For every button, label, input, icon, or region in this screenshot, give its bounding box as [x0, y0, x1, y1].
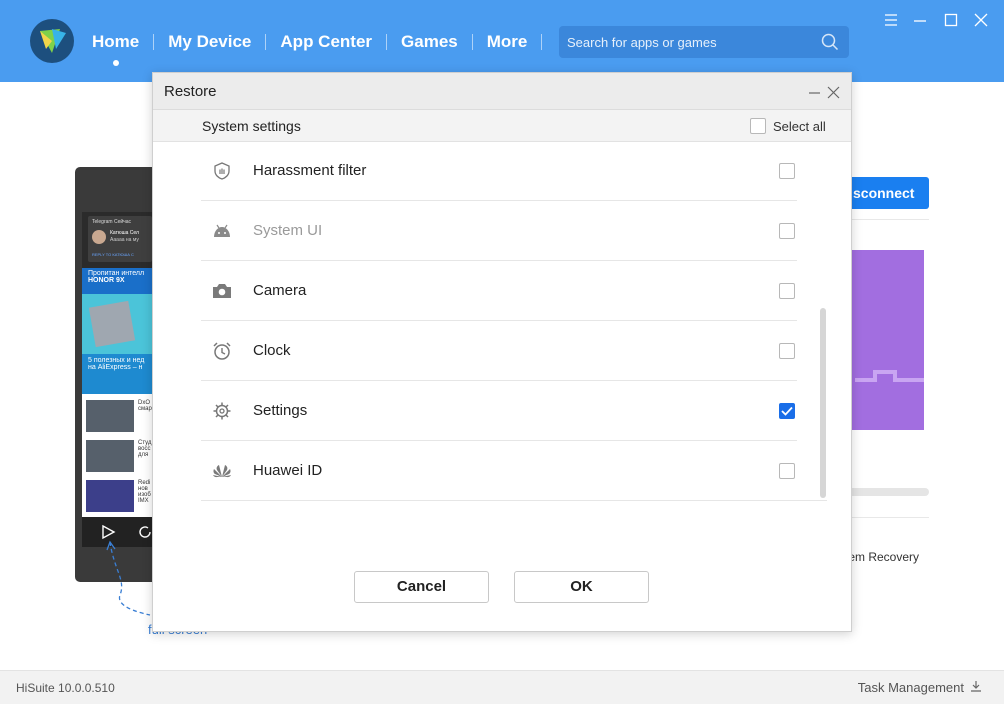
item-checkbox[interactable]: [779, 463, 795, 479]
camera-icon: [211, 281, 233, 301]
news-card-2: 5 полезных и нед на AliExpress – н: [82, 294, 152, 394]
nav-home[interactable]: Home: [78, 30, 153, 66]
promo-banner[interactable]: [845, 250, 924, 430]
close-icon[interactable]: [973, 12, 989, 28]
select-all-toggle[interactable]: Select all: [750, 118, 826, 134]
system-recovery-link[interactable]: tem Recovery: [845, 550, 919, 564]
android-icon: [211, 221, 233, 241]
item-label: System UI: [253, 222, 323, 239]
minimize-icon[interactable]: [806, 84, 822, 100]
news-card-2-line1: 5 полезных и нед: [88, 357, 145, 364]
news-thumb: [86, 400, 134, 432]
alarm-clock-icon: [211, 341, 233, 361]
status-bar: HiSuite 10.0.0.510 Task Management: [0, 670, 1004, 704]
list-item[interactable]: Harassment filter: [201, 141, 797, 201]
section-header: System settings Select all: [153, 110, 851, 142]
settings-list: Harassment filter System UI Camera Clock: [201, 141, 797, 501]
list-item[interactable]: Camera: [201, 261, 797, 321]
nav-more[interactable]: More: [473, 30, 542, 54]
divider: [845, 219, 929, 220]
news-thumb: [86, 440, 134, 472]
section-title: System settings: [202, 118, 301, 134]
notification-action: REPLY TO КАТЮША С: [92, 252, 134, 257]
item-label: Huawei ID: [253, 462, 323, 479]
search-input[interactable]: [559, 26, 809, 58]
news-thumb: [86, 480, 134, 512]
list-item[interactable]: Clock: [201, 321, 797, 381]
news-card-2-image: [88, 300, 136, 348]
maximize-icon[interactable]: [943, 12, 959, 28]
minimize-icon[interactable]: [912, 12, 928, 28]
divider: [201, 500, 827, 501]
notification-title: Катюша Сел: [110, 230, 139, 236]
news-card-2-caption: 5 полезных и нед на AliExpress – н: [82, 354, 152, 394]
restore-dialog: Restore System settings Select all Haras…: [152, 72, 852, 632]
nav-app-center[interactable]: App Center: [266, 30, 386, 54]
search-icon[interactable]: [821, 33, 839, 56]
list-item[interactable]: Settings: [201, 381, 797, 441]
close-icon[interactable]: [825, 84, 841, 100]
item-checkbox[interactable]: [779, 163, 795, 179]
item-checkbox[interactable]: [779, 403, 795, 419]
storage-progress: [845, 488, 929, 496]
item-checkbox[interactable]: [779, 283, 795, 299]
hisuite-logo[interactable]: [30, 19, 74, 63]
item-checkbox[interactable]: [779, 223, 795, 239]
nav-games[interactable]: Games: [387, 30, 472, 54]
item-label: Harassment filter: [253, 162, 367, 179]
huawei-logo-icon: [211, 461, 233, 481]
news-item-3: Redi нов изоб IMX: [138, 480, 151, 504]
item-label: Camera: [253, 282, 307, 299]
menu-icon[interactable]: [883, 12, 899, 28]
news-item-1: DxO смар: [138, 400, 152, 412]
dialog-title: Restore: [164, 83, 217, 100]
task-management-button[interactable]: Task Management: [858, 680, 982, 695]
notification-body: Ааааа на му: [110, 237, 139, 243]
cancel-button[interactable]: Cancel: [354, 571, 489, 603]
news-card-1: Пропитан интелл HONOR 9X: [82, 268, 152, 294]
news-item-2: Студ восс для: [138, 440, 152, 458]
news-list: DxO смар Студ восс для Redi нов изоб IMX: [82, 394, 152, 517]
task-management-label: Task Management: [857, 680, 964, 695]
list-item[interactable]: Huawei ID: [201, 441, 797, 501]
app-header: Home My Device App Center Games More: [0, 0, 1004, 82]
hint-arrow: [106, 540, 151, 616]
item-checkbox[interactable]: [779, 343, 795, 359]
notification-app: Telegram Сейчас: [92, 219, 132, 225]
select-all-checkbox[interactable]: [750, 118, 766, 134]
item-label: Settings: [253, 402, 308, 419]
list-item[interactable]: System UI: [201, 201, 797, 261]
phone-screen-mirror[interactable]: Telegram Сейчас Катюша Сел Ааааа на му R…: [82, 212, 152, 517]
divider: [845, 517, 929, 518]
phone-notification: Telegram Сейчас Катюша Сел Ааааа на му R…: [88, 216, 152, 262]
search-box: [559, 26, 849, 58]
select-all-label: Select all: [773, 118, 826, 134]
ok-button[interactable]: OK: [514, 571, 649, 603]
dialog-titlebar: Restore: [153, 73, 851, 110]
shield-hand-icon: [211, 161, 233, 181]
avatar: [92, 230, 106, 244]
gear-icon: [211, 401, 233, 421]
list-scrollbar[interactable]: [820, 308, 826, 498]
main-nav: Home My Device App Center Games More: [78, 30, 543, 66]
disconnect-button[interactable]: sconnect: [845, 177, 929, 209]
news-card-2-line2: на AliExpress – н: [88, 364, 143, 371]
news-card-1-line2: HONOR 9X: [88, 277, 125, 284]
checkmark-icon: [779, 403, 795, 419]
item-label: Clock: [253, 342, 291, 359]
active-indicator: [112, 60, 119, 66]
nav-separator: [541, 34, 543, 50]
nav-my-device[interactable]: My Device: [154, 30, 265, 54]
download-icon: [970, 680, 982, 695]
version-label: HiSuite 10.0.0.510: [16, 681, 115, 695]
news-card-1-line1: Пропитан интелл: [88, 270, 145, 277]
